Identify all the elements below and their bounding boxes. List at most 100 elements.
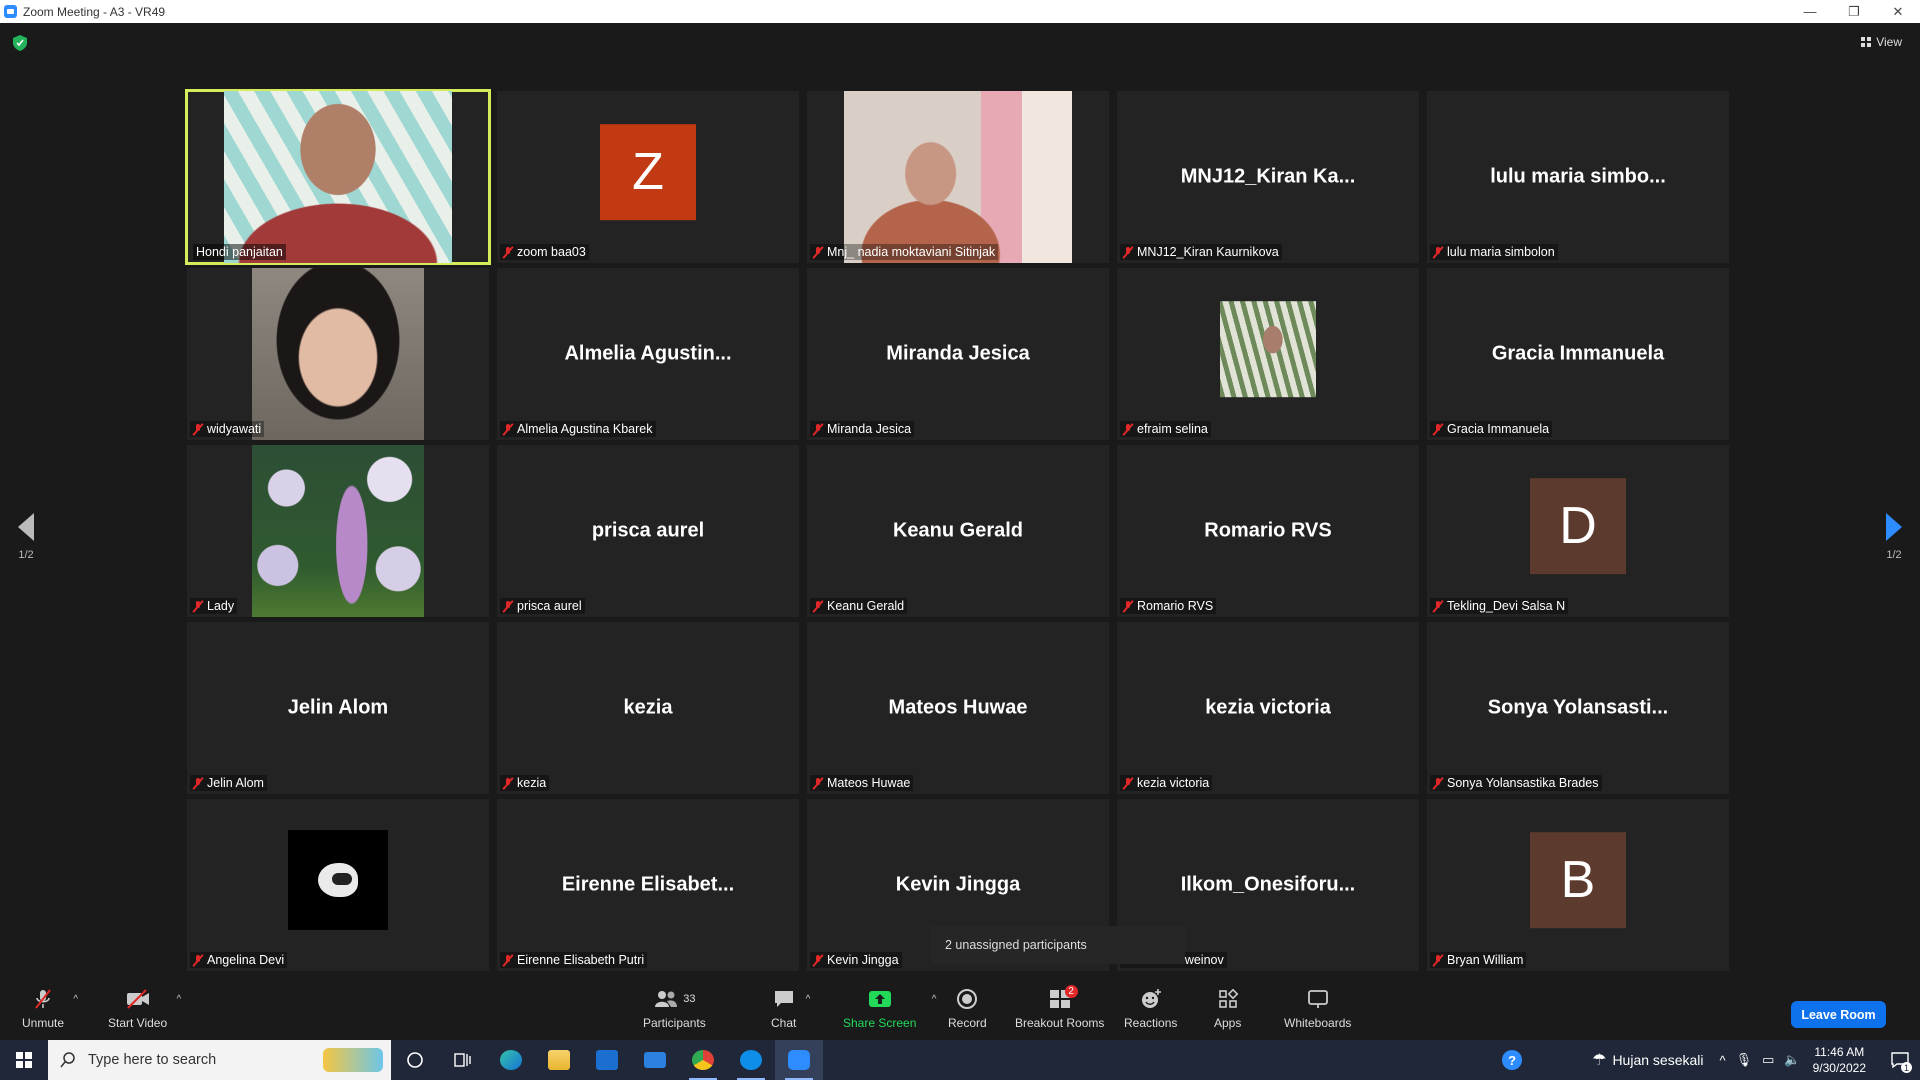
zoom-taskbar-button[interactable]: [775, 1040, 823, 1080]
notification-center-button[interactable]: 1: [1880, 1040, 1920, 1080]
close-button[interactable]: ✕: [1876, 0, 1920, 23]
caret-up-icon[interactable]: ^: [932, 994, 937, 1005]
participant-tile[interactable]: Keanu Gerald Keanu Gerald: [807, 445, 1109, 617]
chrome-button[interactable]: [679, 1040, 727, 1080]
participant-tile[interactable]: Hondi panjaitan: [185, 89, 491, 265]
chevron-up-icon[interactable]: ^: [1720, 1053, 1726, 1068]
caret-up-icon[interactable]: ^: [73, 994, 78, 1005]
view-button[interactable]: View: [1861, 35, 1902, 49]
help-button[interactable]: ?: [1492, 1040, 1532, 1080]
apps-button[interactable]: Apps: [1214, 988, 1241, 1030]
participant-name: Jelin Alom: [207, 776, 264, 790]
unassigned-tooltip: 2 unassigned participants: [930, 926, 1185, 964]
participant-name-label: Miranda Jesica: [810, 421, 915, 437]
participant-tile[interactable]: Lady: [187, 445, 489, 617]
mail-button[interactable]: [631, 1040, 679, 1080]
windows-logo-icon: [16, 1052, 32, 1068]
gallery-grid: Hondi panjaitan Zzoom baa03 Mnj_ nadia mok…: [185, 89, 1734, 971]
participant-name: prisca aurel: [517, 599, 582, 613]
participants-button[interactable]: 33 Participants: [643, 988, 706, 1030]
record-button[interactable]: Record: [948, 988, 987, 1030]
participant-tile[interactable]: Angelina Devi: [187, 799, 489, 971]
breakout-rooms-button[interactable]: 2 Breakout Rooms: [1015, 985, 1104, 1030]
caret-up-icon[interactable]: ^: [176, 994, 181, 1005]
participant-name-label: Eirenne Elisabeth Putri: [500, 952, 648, 968]
participant-tile[interactable]: Eirenne Elisabet... Eirenne Elisabeth Put…: [497, 799, 799, 971]
participant-tile[interactable]: widyawati: [187, 268, 489, 440]
minimize-button[interactable]: —: [1788, 0, 1832, 23]
participant-tile[interactable]: Zzoom baa03: [497, 91, 799, 263]
participant-name: Miranda Jesica: [827, 422, 912, 436]
participant-name-label: zoom baa03: [500, 244, 589, 260]
speaker-icon[interactable]: 🔈: [1784, 1052, 1800, 1068]
mic-muted-icon: [1433, 600, 1443, 613]
next-page-button[interactable]: 1/2: [1886, 513, 1902, 561]
maximize-button[interactable]: ❐: [1832, 0, 1876, 23]
participant-tile[interactable]: Mateos Huwae Mateos Huwae: [807, 622, 1109, 794]
participant-tile[interactable]: Jelin Alom Jelin Alom: [187, 622, 489, 794]
participant-tile[interactable]: Miranda Jesica Miranda Jesica: [807, 268, 1109, 440]
participant-tile[interactable]: MNJ12_Kiran Ka... MNJ12_Kiran Kaurnikova: [1117, 91, 1419, 263]
store-button[interactable]: [583, 1040, 631, 1080]
taskbar-search[interactable]: Type here to search: [48, 1040, 391, 1080]
mic-muted-icon: [193, 600, 203, 613]
helmet-logo-icon: [318, 863, 358, 897]
reactions-button[interactable]: Reactions: [1124, 988, 1177, 1030]
unmute-button[interactable]: Unmute ^: [22, 988, 78, 1030]
arrow-right-icon: [1886, 513, 1902, 541]
participant-tile[interactable]: kezia kezia: [497, 622, 799, 794]
mic-muted-icon: [1433, 423, 1443, 436]
share-screen-button[interactable]: Share Screen ^: [843, 988, 936, 1030]
page-indicator-right: 1/2: [1886, 549, 1902, 561]
participant-tile[interactable]: Almelia Agustin... Almelia Agustina Kbare…: [497, 268, 799, 440]
window-title: Zoom Meeting - A3 - VR49: [23, 4, 166, 19]
start-video-button[interactable]: Start Video ^: [108, 988, 181, 1030]
participant-tile[interactable]: kezia victoria kezia victoria: [1117, 622, 1419, 794]
participant-name-label: Gracia Immanuela: [1430, 421, 1553, 437]
participant-tile[interactable]: efraim selina: [1117, 268, 1419, 440]
cortana-button[interactable]: [391, 1040, 439, 1080]
participant-tile[interactable]: Romario RVS Romario RVS: [1117, 445, 1419, 617]
participant-name: Keanu Gerald: [827, 599, 905, 613]
whiteboards-button[interactable]: Whiteboards: [1284, 988, 1351, 1030]
edge-button[interactable]: [487, 1040, 535, 1080]
teamviewer-button[interactable]: [727, 1040, 775, 1080]
system-tray: ? ☂ Hujan sesekali ^ 🎙 ▭ 🔈 11:46 AM 9/30…: [1492, 1040, 1920, 1080]
weather-widget[interactable]: ☂ Hujan sesekali: [1592, 1050, 1703, 1070]
participant-tile[interactable]: Gracia Immanuela Gracia Immanuela: [1427, 268, 1729, 440]
mic-muted-icon: [1433, 954, 1443, 967]
participant-tile[interactable]: Sonya Yolansasti... Sonya Yolansastika Br…: [1427, 622, 1729, 794]
chat-button[interactable]: Chat ^: [771, 988, 810, 1030]
participant-display-name: Miranda Jesica: [886, 342, 1030, 365]
participant-tile[interactable]: D Tekling_Devi Salsa N: [1427, 445, 1729, 617]
participant-name: kezia: [517, 776, 547, 790]
participant-tile[interactable]: lulu maria simbo... lulu maria simbolon: [1427, 91, 1729, 263]
network-icon[interactable]: ▭: [1762, 1052, 1774, 1068]
participants-icon: 33: [653, 988, 695, 1010]
taskbar-clock[interactable]: 11:46 AM 9/30/2022: [1813, 1044, 1866, 1076]
participant-display-name: lulu maria simbo...: [1490, 165, 1666, 188]
participant-name: Mnj_ nadia moktaviani Sitinjak: [827, 245, 996, 259]
tray-icons: ^ 🎙 ▭ 🔈: [1720, 1052, 1801, 1068]
file-explorer-button[interactable]: [535, 1040, 583, 1080]
help-icon: ?: [1502, 1050, 1523, 1070]
previous-page-button[interactable]: 1/2: [18, 513, 34, 561]
mic-muted-icon: [503, 600, 513, 613]
participant-name: Kevin Jingga: [827, 953, 899, 967]
start-button[interactable]: [0, 1040, 48, 1080]
task-view-button[interactable]: [439, 1040, 487, 1080]
page-indicator-left: 1/2: [18, 549, 34, 561]
shield-icon[interactable]: [13, 35, 27, 51]
participant-name-label: prisca aurel: [500, 598, 585, 614]
leave-room-button[interactable]: Leave Room: [1791, 1001, 1886, 1028]
participant-display-name: kezia: [623, 696, 673, 719]
caret-up-icon[interactable]: ^: [806, 994, 811, 1005]
participant-tile[interactable]: Mnj_ nadia moktaviani Sitinjak: [807, 91, 1109, 263]
weather-text: Hujan sesekali: [1612, 1052, 1704, 1068]
participant-tile[interactable]: B Bryan William: [1427, 799, 1729, 971]
participant-tile[interactable]: prisca aurel prisca aurel: [497, 445, 799, 617]
zoom-app-icon: [4, 5, 17, 18]
participant-name: kezia victoria: [1137, 776, 1210, 790]
microphone-icon[interactable]: 🎙: [1736, 1052, 1753, 1068]
participant-display-name: MNJ12_Kiran Ka...: [1180, 165, 1356, 188]
